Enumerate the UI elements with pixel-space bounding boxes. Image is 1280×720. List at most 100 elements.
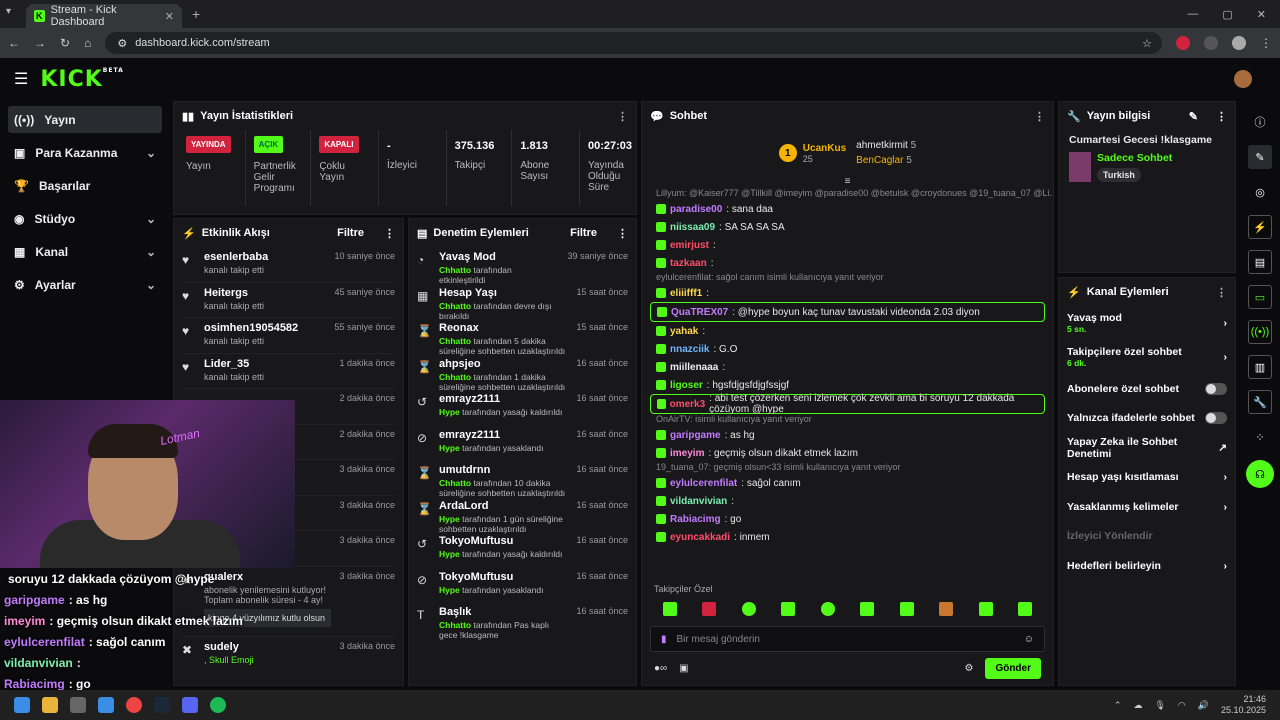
- chat-message[interactable]: Rabiacimg: go: [642, 510, 1053, 528]
- mod-actor[interactable]: Chhatto: [439, 301, 471, 311]
- activity-user[interactable]: Heitergs: [204, 287, 326, 299]
- emote-icon[interactable]: [662, 602, 677, 616]
- mod-actor[interactable]: Hype: [439, 549, 460, 559]
- chat-username[interactable]: eliiifff1: [670, 288, 702, 299]
- action-slow-mode[interactable]: Yavaş mod 5 sn. ›: [1059, 306, 1235, 340]
- bolt-icon[interactable]: ⚡: [1248, 215, 1272, 239]
- chat-username[interactable]: imeyim: [670, 448, 704, 459]
- edit-icon[interactable]: ✎: [1248, 145, 1272, 169]
- extension-icon[interactable]: [1176, 36, 1190, 50]
- mod-target[interactable]: umutdrnn: [439, 464, 568, 476]
- gifter-name[interactable]: BenCaglar: [856, 155, 903, 166]
- emote-icon[interactable]: [702, 602, 717, 616]
- help-headset-icon[interactable]: ☊: [1246, 460, 1274, 488]
- kick-logo[interactable]: KICKBETA: [40, 67, 123, 92]
- discord-icon[interactable]: [182, 697, 198, 713]
- chat-username[interactable]: yahak: [670, 326, 698, 337]
- filter-button[interactable]: Filtre: [337, 227, 364, 239]
- chat-username[interactable]: ligoser: [670, 380, 703, 391]
- chat-username[interactable]: vildanvivian: [670, 496, 727, 507]
- chat-message[interactable]: vildanvivian:: [642, 492, 1053, 510]
- tray-expand-icon[interactable]: ⌃: [1114, 700, 1122, 711]
- profile-avatar[interactable]: [1232, 36, 1246, 50]
- stats-icon[interactable]: ▤: [1248, 250, 1272, 274]
- more-options-icon[interactable]: ⋮: [617, 110, 628, 123]
- mod-target[interactable]: ArdaLord: [439, 500, 568, 512]
- minimize-icon[interactable]: —: [1187, 8, 1198, 21]
- edit-icon[interactable]: ✎: [1189, 110, 1198, 123]
- close-tab-icon[interactable]: ✕: [165, 10, 174, 23]
- language-tag[interactable]: Turkish: [1097, 168, 1141, 182]
- mod-target[interactable]: TokyoMuftusu: [439, 535, 568, 547]
- chat-message[interactable]: eyuncakkadi: inmem: [642, 528, 1053, 546]
- send-button[interactable]: Gönder: [985, 658, 1041, 679]
- filter-button[interactable]: Filtre: [570, 227, 597, 239]
- chat-message[interactable]: tazkaan:: [642, 254, 1053, 272]
- activity-user[interactable]: esenlerbaba: [204, 251, 326, 263]
- action-account-age[interactable]: Hesap yaşı kısıtlaması ›: [1059, 463, 1235, 493]
- mod-actor[interactable]: Hype: [439, 407, 460, 417]
- action-banned-words[interactable]: Yasaklanmış kelimeler ›: [1059, 492, 1235, 522]
- chat-message[interactable]: emirjust:: [642, 236, 1053, 254]
- close-window-icon[interactable]: ✕: [1257, 8, 1266, 21]
- mod-actor[interactable]: Hype: [439, 585, 460, 595]
- home-icon[interactable]: ⌂: [84, 36, 91, 50]
- chat-username[interactable]: miillenaaa: [670, 362, 718, 373]
- chat-username[interactable]: eylulcerenfilat: [670, 478, 737, 489]
- more-options-icon[interactable]: ⋮: [1216, 110, 1227, 123]
- browser-tab[interactable]: K Stream - Kick Dashboard ✕: [26, 4, 182, 28]
- mod-actor[interactable]: Chhatto: [439, 620, 471, 630]
- action-host[interactable]: İzleyici Yönlendir: [1059, 522, 1235, 552]
- maximize-icon[interactable]: ▢: [1222, 8, 1232, 21]
- emote-only-toggle[interactable]: [1205, 412, 1227, 425]
- gift-icon[interactable]: ▣: [679, 663, 688, 674]
- mod-target[interactable]: Hesap Yaşı: [439, 287, 568, 299]
- app-icon[interactable]: [70, 697, 86, 713]
- volume-icon[interactable]: 🔊: [1198, 700, 1209, 711]
- expand-icon[interactable]: ≡: [642, 176, 1053, 188]
- action-followers-only[interactable]: Takipçilere özel sohbet 6 dk. ›: [1059, 340, 1235, 374]
- sidebar-item-ayarlar[interactable]: ⚙ Ayarlar ⌄: [8, 271, 162, 298]
- mod-target[interactable]: Yavaş Mod: [439, 251, 559, 263]
- mod-actor[interactable]: Hype: [439, 443, 460, 453]
- mod-actor[interactable]: Hype: [439, 514, 460, 524]
- chat-message[interactable]: paradise00: sana daa: [642, 200, 1053, 218]
- chat-message[interactable]: eylulcerenfilat: sağol canım: [642, 474, 1053, 492]
- mod-target[interactable]: TokyoMuftusu: [439, 571, 568, 583]
- mod-actor[interactable]: Chhatto: [439, 265, 471, 275]
- chat-username[interactable]: garipgame: [670, 430, 721, 441]
- emote-icon[interactable]: [939, 602, 954, 616]
- subscribers-only-toggle[interactable]: [1205, 382, 1227, 395]
- more-options-icon[interactable]: ⋮: [384, 227, 395, 240]
- sidebar-item-basarilar[interactable]: 🏆 Başarılar: [8, 172, 162, 199]
- action-goals[interactable]: Hedefleri belirleyin ›: [1059, 551, 1235, 581]
- emote-icon[interactable]: [860, 602, 875, 616]
- file-explorer-icon[interactable]: [42, 697, 58, 713]
- address-bar[interactable]: ⚙ dashboard.kick.com/stream ☆: [105, 32, 1162, 54]
- gifter-name[interactable]: ahmetkirmit: [856, 140, 908, 151]
- forward-icon[interactable]: →: [34, 36, 46, 50]
- category-thumbnail[interactable]: [1069, 152, 1091, 182]
- target-icon[interactable]: ◎: [1248, 180, 1272, 204]
- mod-target[interactable]: Başlık: [439, 606, 568, 618]
- reload-icon[interactable]: ↻: [60, 36, 70, 50]
- back-icon[interactable]: ←: [8, 36, 20, 50]
- category-link[interactable]: Sadece Sohbet: [1097, 152, 1172, 164]
- chat-username[interactable]: eyuncakkadi: [670, 532, 730, 543]
- chat-input[interactable]: ▮ Bir mesaj gönderin ☺: [650, 626, 1045, 652]
- wrench-icon[interactable]: 🔧: [1248, 390, 1272, 414]
- chat-username[interactable]: omerk3: [670, 399, 706, 410]
- emote-icon[interactable]: [1018, 602, 1033, 616]
- chat-message[interactable]: ligoser: hgsfdjgsfdjgfssjgf: [642, 376, 1053, 394]
- chat-icon[interactable]: ▭: [1248, 285, 1272, 309]
- more-options-icon[interactable]: ⋮: [1034, 110, 1045, 123]
- spotify-icon[interactable]: [210, 697, 226, 713]
- sidebar-item-yayin[interactable]: ((•)) Yayın: [8, 106, 162, 133]
- chat-message[interactable]: niissaa09: SA SA SA SA: [642, 218, 1053, 236]
- sidebar-item-kanal[interactable]: ▦ Kanal ⌄: [8, 238, 162, 265]
- emote-icon[interactable]: [820, 602, 835, 616]
- bookmark-star-icon[interactable]: ☆: [1142, 37, 1162, 50]
- action-ai-moderation[interactable]: Yapay Zeka ile Sohbet Denetimi ↗: [1059, 433, 1235, 463]
- chat-message[interactable]: imeyim: geçmiş olsun dikakt etmek lazım: [642, 444, 1053, 462]
- chat-username[interactable]: emirjust: [670, 240, 709, 251]
